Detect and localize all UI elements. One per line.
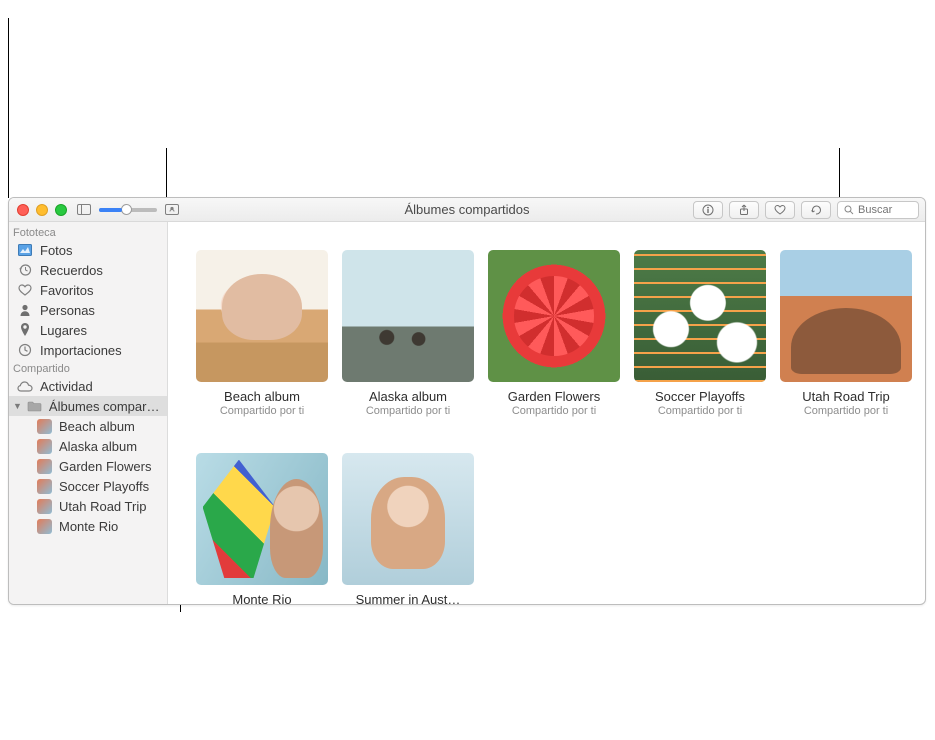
album-thumbnail[interactable] xyxy=(634,250,766,382)
zoom-button[interactable] xyxy=(55,204,67,216)
album-subtitle: Compartido por ti xyxy=(342,405,474,417)
share-button[interactable] xyxy=(729,201,759,219)
sidebar-item-label: Garden Flowers xyxy=(59,459,151,474)
sidebar-item-label: Personas xyxy=(40,303,95,318)
album-title: Summer in Aust… xyxy=(342,592,474,604)
disclosure-icon[interactable]: ▼ xyxy=(13,401,22,411)
album-mini-thumb xyxy=(37,499,52,514)
sidebar-item-imports[interactable]: Importaciones xyxy=(9,340,167,360)
sidebar-shared-album[interactable]: Soccer Playoffs xyxy=(9,476,167,496)
sidebar-section-shared: Compartido xyxy=(9,360,167,376)
album-card[interactable]: Soccer PlayoffsCompartido por ti xyxy=(634,250,766,417)
rotate-button[interactable] xyxy=(801,201,831,219)
album-mini-thumb xyxy=(37,419,52,434)
sidebar-item-label: Monte Rio xyxy=(59,519,118,534)
sidebar: Fototeca Fotos Recuerdos Favoritos Perso… xyxy=(9,222,168,604)
sidebar-item-label: Lugares xyxy=(40,323,87,338)
person-icon xyxy=(17,303,33,317)
sidebar-item-label: Recuerdos xyxy=(40,263,103,278)
clock-back-icon xyxy=(17,263,33,277)
titlebar: Álbumes compartidos xyxy=(9,198,925,222)
album-card[interactable]: Summer in Aust…Compartido por ti xyxy=(342,453,474,604)
sidebar-item-label: Favoritos xyxy=(40,283,93,298)
sidebar-shared-album[interactable]: Alaska album xyxy=(9,436,167,456)
album-thumbnail[interactable] xyxy=(488,250,620,382)
album-subtitle: Compartido por ti xyxy=(780,405,912,417)
photos-window: Álbumes compartidos xyxy=(8,197,926,605)
album-title: Alaska album xyxy=(342,389,474,404)
info-button[interactable] xyxy=(693,201,723,219)
search-input[interactable] xyxy=(858,204,912,216)
album-thumbnail[interactable] xyxy=(342,453,474,585)
clock-icon xyxy=(17,343,33,357)
sidebar-item-label: Alaska album xyxy=(59,439,137,454)
zoom-slider[interactable] xyxy=(99,208,157,212)
callout-line xyxy=(166,148,167,200)
album-title: Monte Rio xyxy=(196,592,328,604)
sidebar-item-label: Utah Road Trip xyxy=(59,499,146,514)
sidebar-item-label: Soccer Playoffs xyxy=(59,479,149,494)
sidebar-item-places[interactable]: Lugares xyxy=(9,320,167,340)
album-title: Utah Road Trip xyxy=(780,389,912,404)
album-mini-thumb xyxy=(37,459,52,474)
close-button[interactable] xyxy=(17,204,29,216)
sidebar-section-library: Fototeca xyxy=(9,224,167,240)
photo-filter-icon[interactable] xyxy=(165,204,179,215)
album-mini-thumb xyxy=(37,439,52,454)
favorite-button[interactable] xyxy=(765,201,795,219)
album-card[interactable]: Garden FlowersCompartido por ti xyxy=(488,250,620,417)
sidebar-shared-album[interactable]: Monte Rio xyxy=(9,516,167,536)
album-subtitle: Compartido por ti xyxy=(634,405,766,417)
sidebar-item-memories[interactable]: Recuerdos xyxy=(9,260,167,280)
sidebar-shared-album[interactable]: Garden Flowers xyxy=(9,456,167,476)
album-mini-thumb xyxy=(37,519,52,534)
sidebar-item-activity[interactable]: Actividad xyxy=(9,376,167,396)
album-card[interactable]: Alaska albumCompartido por ti xyxy=(342,250,474,417)
sidebar-item-label: Fotos xyxy=(40,243,73,258)
album-thumbnail[interactable] xyxy=(342,250,474,382)
search-field[interactable] xyxy=(837,201,919,219)
album-mini-thumb xyxy=(37,479,52,494)
sidebar-shared-album[interactable]: Beach album xyxy=(9,416,167,436)
photos-icon xyxy=(17,244,33,256)
album-title: Soccer Playoffs xyxy=(634,389,766,404)
album-thumbnail[interactable] xyxy=(196,453,328,585)
album-title: Garden Flowers xyxy=(488,389,620,404)
album-title: Beach album xyxy=(196,389,328,404)
folder-icon xyxy=(27,401,42,412)
album-card[interactable]: Utah Road TripCompartido por ti xyxy=(780,250,912,417)
sidebar-item-photos[interactable]: Fotos xyxy=(9,240,167,260)
cloud-icon xyxy=(17,381,33,392)
sidebar-item-people[interactable]: Personas xyxy=(9,300,167,320)
sidebar-item-label: Actividad xyxy=(40,379,93,394)
sidebar-item-label: Álbumes compartid… xyxy=(49,399,161,414)
sidebar-item-label: Beach album xyxy=(59,419,135,434)
heart-icon xyxy=(17,284,33,296)
pin-icon xyxy=(17,323,33,337)
album-thumbnail[interactable] xyxy=(780,250,912,382)
sidebar-item-favorites[interactable]: Favoritos xyxy=(9,280,167,300)
sidebar-toggle-icon[interactable] xyxy=(77,204,91,215)
sidebar-item-shared-albums[interactable]: ▼ Álbumes compartid… xyxy=(9,396,167,416)
minimize-button[interactable] xyxy=(36,204,48,216)
traffic-lights xyxy=(9,204,67,216)
album-thumbnail[interactable] xyxy=(196,250,328,382)
sidebar-shared-album[interactable]: Utah Road Trip xyxy=(9,496,167,516)
sidebar-item-label: Importaciones xyxy=(40,343,122,358)
album-card[interactable]: Monte RioCompartido por ti xyxy=(196,453,328,604)
callout-line xyxy=(8,18,9,198)
main-content: Beach albumCompartido por tiAlaska album… xyxy=(168,222,925,604)
album-card[interactable]: Beach albumCompartido por ti xyxy=(196,250,328,417)
search-icon xyxy=(844,205,854,215)
album-subtitle: Compartido por ti xyxy=(488,405,620,417)
album-subtitle: Compartido por ti xyxy=(196,405,328,417)
